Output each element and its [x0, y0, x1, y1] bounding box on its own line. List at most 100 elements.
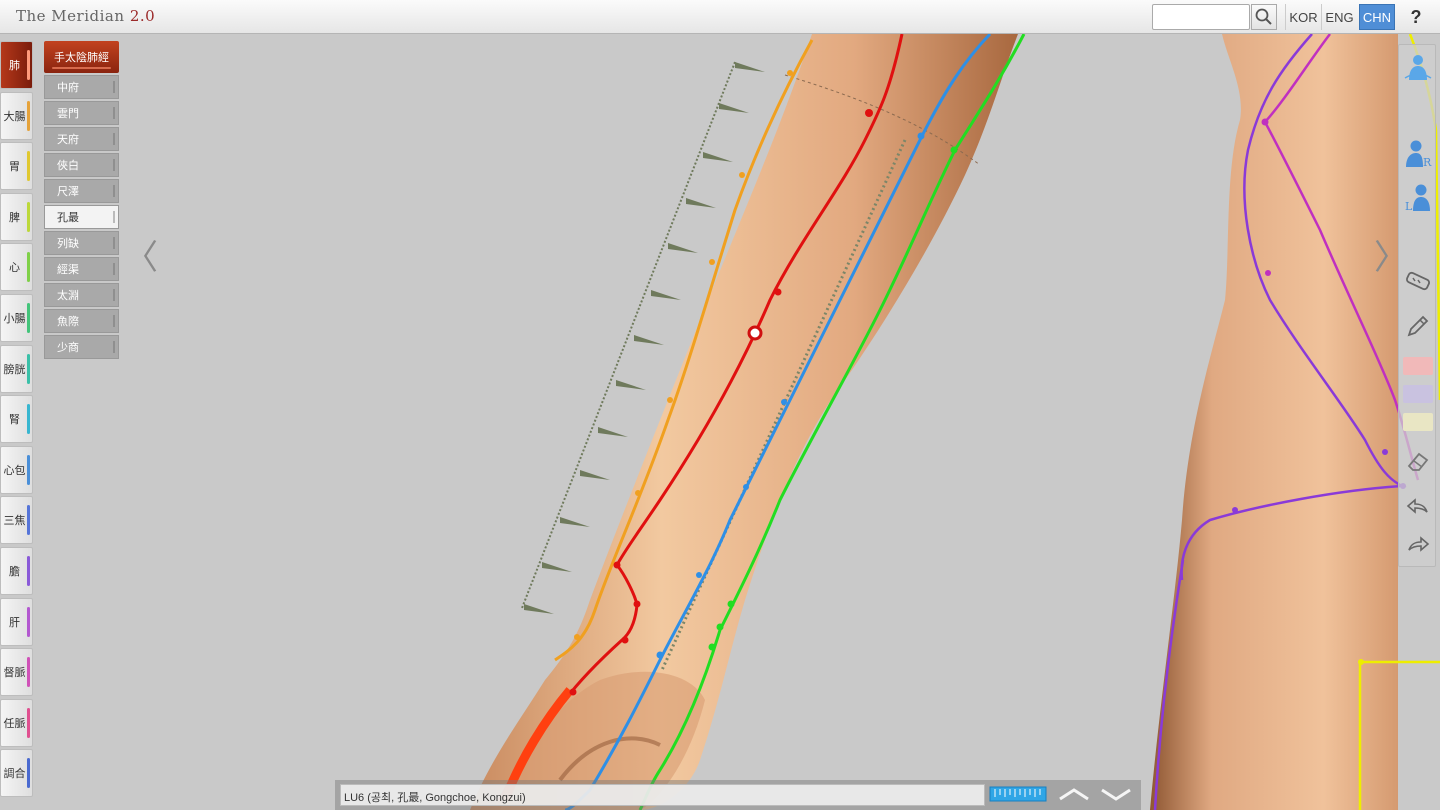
meridian-tab-label: 大腸	[3, 109, 26, 123]
search-button[interactable]	[1251, 4, 1277, 30]
meridian-color-stripe	[27, 454, 30, 485]
right-arm-icon: R	[1406, 140, 1432, 168]
scale-ruler-icon[interactable]	[989, 786, 1047, 802]
left-arm-label: L	[1405, 200, 1413, 212]
pencil-icon	[1407, 315, 1429, 337]
lang-chn-button[interactable]: CHN	[1359, 4, 1395, 30]
meridian-tab-large-intestine[interactable]: 大腸	[0, 91, 33, 140]
meridian-color-stripe	[27, 353, 30, 384]
redo-icon	[1408, 536, 1430, 552]
meridian-tab-gallbladder[interactable]: 膽	[0, 546, 33, 595]
eraser-button[interactable]	[1402, 445, 1434, 477]
meridian-color-stripe	[27, 50, 30, 80]
chevron-down-icon[interactable]	[1099, 786, 1133, 802]
acupoint-item[interactable]: 中府	[44, 75, 119, 99]
help-button[interactable]: ?	[1400, 4, 1432, 30]
meridian-tab-combination[interactable]: 調合	[0, 749, 33, 798]
meridian-tab-label: 心包	[3, 463, 26, 477]
acupoint-item[interactable]: 經渠	[44, 257, 119, 281]
right-arm-label: R	[1423, 156, 1432, 168]
body-view-icon	[1404, 55, 1432, 80]
point-info-bar: LU6 (공최, 孔最, Gongchoe, Kongzui)	[335, 780, 1141, 810]
left-arm-icon: L	[1405, 184, 1430, 212]
acupoint-item[interactable]: 魚際	[44, 309, 119, 333]
anatomy-viewport[interactable]	[0, 0, 1440, 810]
meridian-tab-label: 肺	[9, 59, 20, 72]
meridian-tab-label: 脾	[9, 210, 20, 224]
acupoint-panel: 手太陰肺經 中府 雲門 天府 俠白 尺澤 孔最 列缺 經渠 太淵 魚際 少商	[44, 41, 119, 359]
selected-point-marker	[747, 325, 763, 341]
body-view-button[interactable]	[1402, 51, 1434, 83]
undo-icon	[1406, 498, 1428, 514]
meridian-tab-label: 膀胱	[3, 362, 26, 376]
point-info-text: LU6 (공최, 孔最, Gongchoe, Kongzui)	[340, 784, 985, 806]
meridian-tab-label: 督脈	[3, 666, 26, 680]
eraser-icon	[1407, 452, 1429, 471]
tape-measure-icon	[1406, 271, 1430, 291]
acupoint-item[interactable]: 天府	[44, 127, 119, 151]
search-icon	[1255, 8, 1272, 25]
tape-measure-button[interactable]	[1402, 265, 1434, 297]
meridian-tab-stomach[interactable]: 胃	[0, 142, 33, 191]
search-input[interactable]	[1152, 4, 1250, 30]
pencil-button[interactable]	[1402, 310, 1434, 342]
meridian-tab-pericardium[interactable]: 心包	[0, 445, 33, 494]
right-toolbar: R L	[1398, 44, 1436, 567]
meridian-tab-liver[interactable]: 肝	[0, 597, 33, 646]
arm	[470, 34, 1018, 810]
meridian-tab-label: 胃	[9, 160, 20, 174]
meridian-tab-label: 小腸	[3, 311, 26, 325]
meridian-color-stripe	[27, 555, 30, 586]
meridian-tab-conception[interactable]: 任脈	[0, 698, 33, 747]
undo-button[interactable]	[1402, 491, 1434, 523]
meridian-color-stripe	[27, 252, 30, 283]
meridian-color-stripe	[27, 657, 30, 688]
app-name: The Meridian	[16, 7, 125, 25]
acupoint-item[interactable]: 太淵	[44, 283, 119, 307]
meridian-color-stripe	[27, 302, 30, 333]
meridian-tab-label: 腎	[9, 413, 20, 427]
meridian-tab-list: 肺 大腸 胃 脾 心 小腸 膀胱 腎 心包 三焦 膽 肝 督脈 任脈 調合	[0, 41, 34, 800]
acupoint-item[interactable]: 列缺	[44, 231, 119, 255]
right-arm-view-button[interactable]: R	[1402, 137, 1434, 169]
acupoint-item[interactable]: 少商	[44, 335, 119, 359]
meridian-tab-bladder[interactable]: 膀胱	[0, 344, 33, 393]
meridian-tab-label: 三焦	[3, 514, 26, 528]
acupoint-item[interactable]: 俠白	[44, 153, 119, 177]
meridian-tab-spleen[interactable]: 脾	[0, 192, 33, 241]
collapse-left-arrow[interactable]: 〈	[124, 238, 158, 278]
meridian-color-stripe	[27, 100, 30, 131]
meridian-color-stripe	[27, 505, 30, 536]
meridian-tab-lung[interactable]: 肺	[0, 41, 33, 89]
meridian-tab-triple-burner[interactable]: 三焦	[0, 496, 33, 545]
lang-eng-button[interactable]: ENG	[1321, 4, 1357, 30]
meridian-color-stripe	[27, 758, 30, 789]
app-title: The Meridian 2.0	[16, 7, 155, 25]
acupoint-item[interactable]: 尺澤	[44, 179, 119, 203]
meridian-tab-governor[interactable]: 督脈	[0, 648, 33, 697]
meridian-tab-label: 膽	[9, 564, 20, 578]
meridian-tab-label: 調合	[3, 767, 26, 781]
meridian-tab-label: 肝	[9, 615, 20, 629]
redo-button[interactable]	[1402, 529, 1434, 561]
acupoint-item-selected[interactable]: 孔最	[44, 205, 119, 229]
meridian-color-stripe	[27, 404, 30, 435]
meridian-tab-kidney[interactable]: 腎	[0, 395, 33, 444]
lang-kor-button[interactable]: KOR	[1285, 4, 1321, 30]
meridian-tab-small-intestine[interactable]: 小腸	[0, 293, 33, 342]
meridian-color-stripe	[27, 151, 30, 182]
meridian-tab-label: 心	[9, 261, 20, 275]
acupoint-item[interactable]: 雲門	[44, 101, 119, 125]
color-swatch-red[interactable]	[1403, 357, 1433, 375]
meridian-color-stripe	[27, 201, 30, 232]
acupoint-panel-header[interactable]: 手太陰肺經	[44, 41, 119, 73]
left-arm-view-button[interactable]: L	[1402, 181, 1434, 213]
chevron-up-icon[interactable]	[1057, 786, 1091, 802]
meridian-tab-label: 任脈	[3, 716, 26, 730]
meridian-color-stripe	[27, 606, 30, 637]
meridian-tab-heart[interactable]: 心	[0, 243, 33, 292]
app-version: 2.0	[129, 7, 156, 25]
color-swatch-yellow[interactable]	[1403, 413, 1433, 431]
color-swatch-purple[interactable]	[1403, 385, 1433, 403]
top-bar: The Meridian 2.0 KOR ENG CHN ?	[0, 0, 1440, 34]
